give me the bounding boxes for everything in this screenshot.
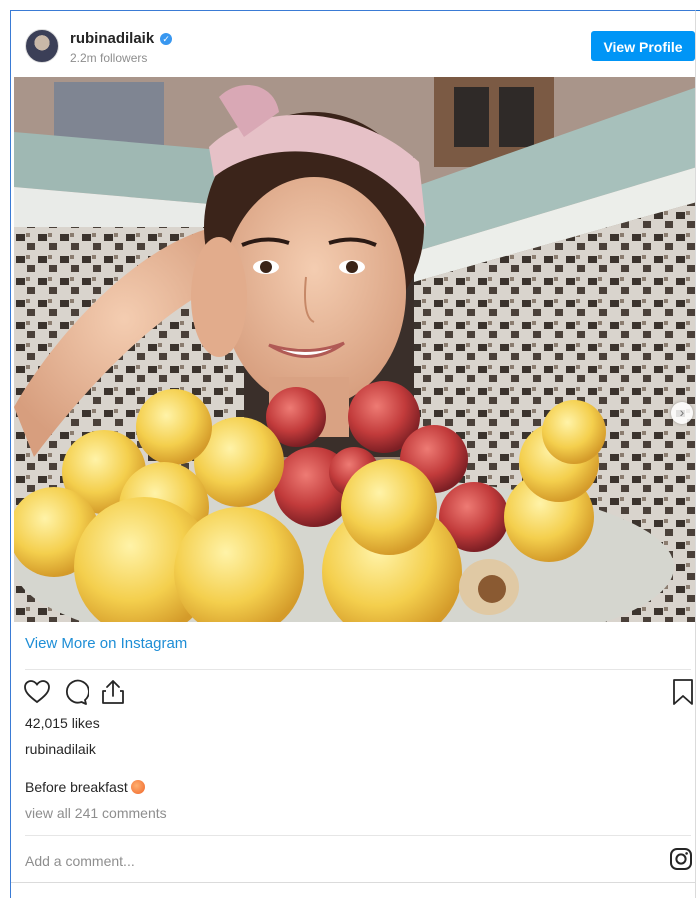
comment-bubble-icon[interactable] — [61, 678, 89, 706]
username[interactable]: rubinadilaik — [70, 30, 154, 47]
divider — [25, 669, 691, 670]
caption-text: Before breakfast — [25, 779, 128, 795]
instagram-embed: rubinadilaik ✓ 2.2m followers View Profil… — [10, 10, 696, 898]
post-photo[interactable]: › — [14, 77, 695, 622]
view-comments-link[interactable]: view all 241 comments — [25, 805, 167, 821]
username-row[interactable]: rubinadilaik ✓ — [70, 30, 173, 47]
peach-emoji-icon — [130, 780, 145, 794]
verified-badge-icon: ✓ — [160, 33, 173, 45]
divider — [25, 835, 691, 836]
view-more-link[interactable]: View More on Instagram — [25, 635, 187, 652]
share-icon[interactable] — [99, 678, 127, 706]
like-count[interactable]: 42,015 likes — [25, 715, 100, 731]
action-bar — [23, 678, 696, 706]
follower-count: 2.2m followers — [70, 51, 148, 65]
post-image — [14, 77, 695, 622]
bookmark-icon[interactable] — [669, 678, 696, 706]
comment-input[interactable] — [25, 849, 625, 873]
bottom-border — [11, 882, 695, 883]
caption: Before breakfast — [25, 779, 145, 795]
heart-icon[interactable] — [23, 678, 51, 706]
instagram-icon[interactable] — [669, 847, 693, 871]
post-header: rubinadilaik ✓ 2.2m followers View Profil… — [11, 11, 695, 77]
avatar[interactable] — [25, 29, 59, 63]
chevron-right-icon[interactable]: › — [671, 402, 693, 424]
view-profile-button[interactable]: View Profile — [591, 31, 695, 61]
caption-author[interactable]: rubinadilaik — [25, 741, 96, 757]
